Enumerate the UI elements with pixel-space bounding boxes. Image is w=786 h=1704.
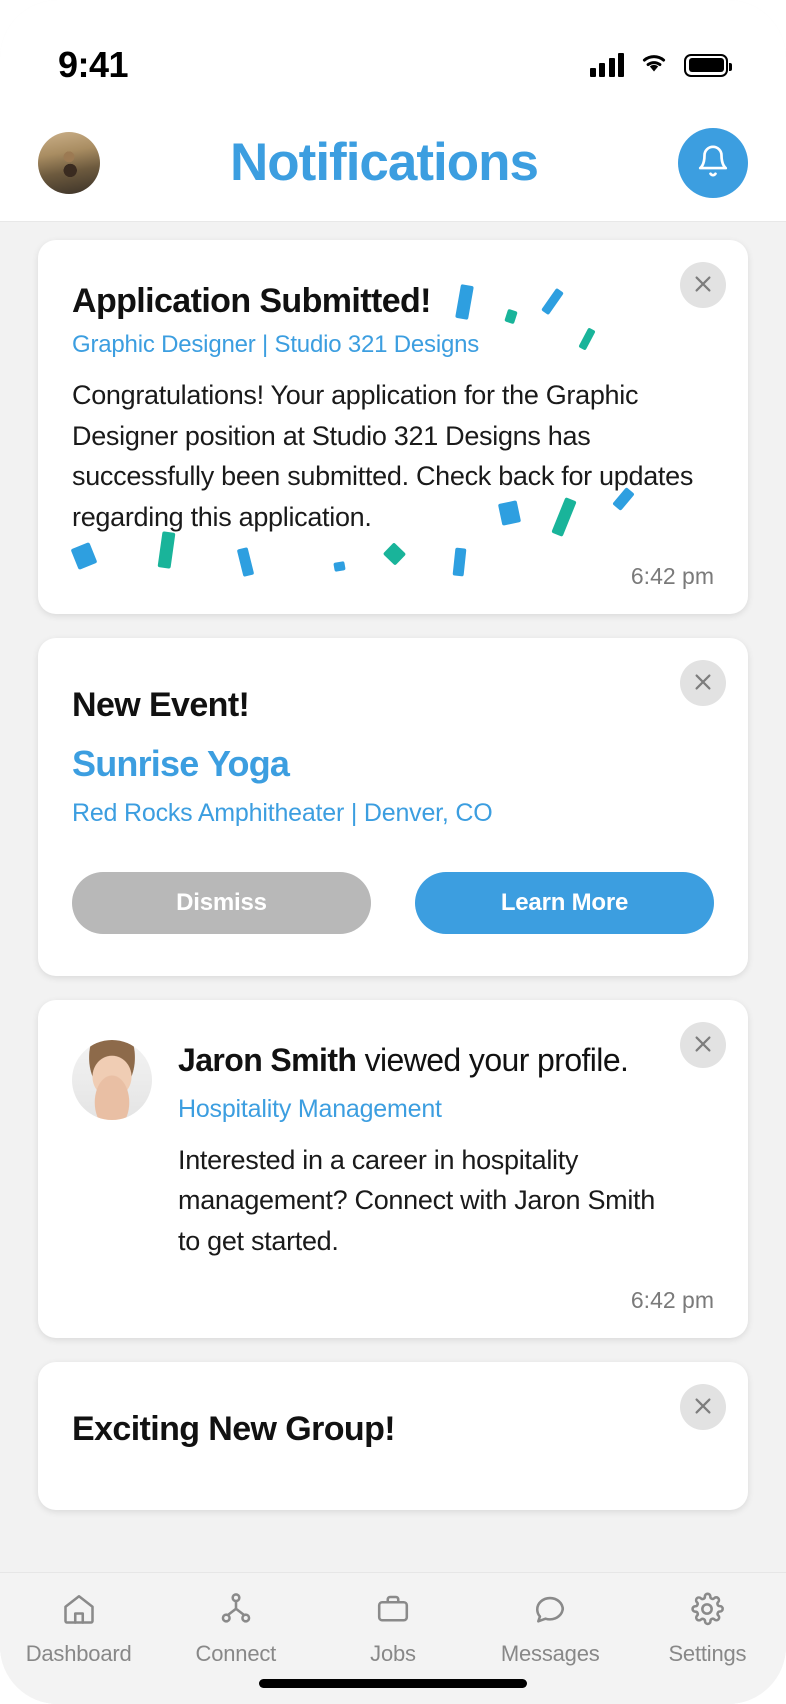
network-icon: [218, 1591, 254, 1633]
status-bar: 9:41: [0, 0, 786, 104]
learn-more-button[interactable]: Learn More: [415, 872, 714, 935]
tab-label: Settings: [668, 1641, 747, 1666]
person-name: Jaron Smith: [178, 1042, 357, 1079]
page-title: Notifications: [230, 133, 539, 192]
profile-view-headline: Jaron Smith viewed your profile.: [178, 1040, 680, 1080]
notification-card-profile-view[interactable]: Jaron Smith viewed your profile. Hospita…: [38, 1000, 748, 1339]
chat-bubble-icon: [532, 1591, 568, 1633]
close-icon: [692, 1033, 714, 1058]
phone-screen: 9:41 Notifications Application Submitted…: [0, 0, 786, 1704]
close-icon: [692, 671, 714, 696]
notification-card-new-event[interactable]: New Event! Sunrise Yoga Red Rocks Amphit…: [38, 638, 748, 977]
event-name: Sunrise Yoga: [72, 743, 290, 785]
notification-timestamp: 6:42 pm: [630, 563, 714, 590]
tab-label: Messages: [500, 1641, 600, 1666]
home-indicator: [259, 1679, 527, 1688]
status-bar-clock: 9:41: [58, 44, 129, 85]
notification-body: Congratulations! Your application for th…: [72, 380, 694, 532]
status-bar-icons: [589, 51, 732, 80]
event-action-row: Dismiss Learn More: [38, 828, 748, 976]
notification-title: Application Submitted!: [72, 282, 432, 320]
tab-messages[interactable]: Messages: [472, 1591, 629, 1667]
notification-title: Exciting New Group!: [72, 1410, 396, 1449]
wifi-icon: [638, 51, 670, 80]
tab-label: Connect: [195, 1641, 277, 1666]
jaron-smith-avatar[interactable]: [72, 1040, 152, 1121]
notification-title: New Event!: [72, 686, 250, 725]
gear-icon: [689, 1591, 725, 1633]
bell-icon: [696, 144, 730, 181]
home-icon: [61, 1591, 97, 1633]
tab-dashboard[interactable]: Dashboard: [0, 1591, 157, 1667]
notifications-feed[interactable]: Application Submitted! Graphic Designer …: [0, 222, 786, 1704]
briefcase-icon: [375, 1591, 411, 1633]
dismiss-button[interactable]: Dismiss: [72, 872, 371, 935]
tab-connect[interactable]: Connect: [157, 1591, 314, 1667]
tab-jobs[interactable]: Jobs: [314, 1591, 471, 1667]
app-header: Notifications: [0, 104, 786, 222]
dismiss-notification-button[interactable]: [680, 262, 726, 308]
cellular-signal-icon: [589, 53, 624, 77]
person-field: Hospitality Management: [178, 1094, 442, 1123]
close-icon: [692, 1395, 714, 1420]
tab-label: Jobs: [370, 1641, 416, 1666]
notification-body: Interested in a career in hospitality ma…: [178, 1144, 655, 1256]
dismiss-notification-button[interactable]: [680, 1384, 726, 1431]
notification-timestamp: 6:42 pm: [630, 1287, 714, 1314]
notification-card-application-submitted[interactable]: Application Submitted! Graphic Designer …: [38, 240, 748, 615]
notification-card-exciting-new-group[interactable]: Exciting New Group!: [38, 1362, 748, 1510]
headline-rest: viewed your profile.: [356, 1042, 629, 1079]
battery-full-icon: [684, 53, 732, 77]
tab-settings[interactable]: Settings: [629, 1591, 786, 1667]
event-location: Red Rocks Amphitheater | Denver, CO: [72, 799, 493, 828]
notifications-bell-button[interactable]: [678, 127, 748, 198]
notification-subtitle: Graphic Designer | Studio 321 Designs: [72, 331, 480, 359]
tab-label: Dashboard: [25, 1641, 132, 1666]
close-icon: [692, 273, 714, 298]
